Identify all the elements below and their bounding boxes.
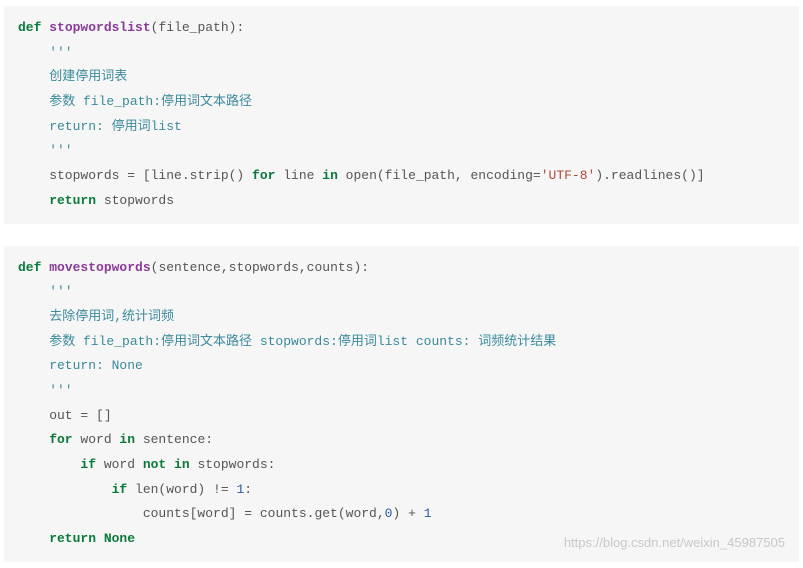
code-text: out = [] xyxy=(18,408,112,423)
code-text: counts[word] = counts.get(word, xyxy=(18,506,385,521)
code-text: stopwords: xyxy=(190,457,276,472)
keyword-if: if xyxy=(18,457,96,472)
code-text: word xyxy=(73,432,120,447)
code-text: : xyxy=(244,482,252,497)
number-literal: 1 xyxy=(424,506,432,521)
code-text: word xyxy=(96,457,143,472)
code-block-2: def movestopwords(sentence,stopwords,cou… xyxy=(4,246,799,562)
keyword-not-in: not in xyxy=(143,457,190,472)
number-literal: 0 xyxy=(385,506,393,521)
code-text: stopwords = [line.strip() xyxy=(18,168,252,183)
docstring: 去除停用词,统计词频 xyxy=(18,309,174,324)
code-text: open(file_path, encoding= xyxy=(338,168,541,183)
string-literal: 'UTF-8' xyxy=(541,168,596,183)
code-block-1: def stopwordslist(file_path): ''' 创建停用词表… xyxy=(4,6,799,224)
keyword-return: return xyxy=(18,193,96,208)
block-gap xyxy=(0,230,803,240)
keyword-return: return xyxy=(18,531,96,546)
code-text: ) + xyxy=(392,506,423,521)
code-text: (sentence,stopwords,counts): xyxy=(151,260,369,275)
docstring: return: 停用词list xyxy=(18,119,182,134)
docstring: 参数 file_path:停用词文本路径 xyxy=(18,94,252,109)
watermark-text: https://blog.csdn.net/weixin_45987505 xyxy=(564,531,785,556)
keyword-for: for xyxy=(252,168,275,183)
code-text: (file_path): xyxy=(151,20,245,35)
docstring: ''' xyxy=(18,45,73,60)
keyword-for: for xyxy=(18,432,73,447)
docstring: ''' xyxy=(18,284,73,299)
docstring: 创建停用词表 xyxy=(18,69,127,84)
keyword-none: None xyxy=(96,531,135,546)
function-name: movestopwords xyxy=(49,260,150,275)
keyword-if: if xyxy=(18,482,127,497)
docstring: 参数 file_path:停用词文本路径 stopwords:停用词list c… xyxy=(18,334,556,349)
docstring: ''' xyxy=(18,383,73,398)
docstring: return: None xyxy=(18,358,143,373)
code-text: ).readlines()] xyxy=(595,168,704,183)
keyword-in: in xyxy=(119,432,135,447)
keyword-def: def xyxy=(18,260,41,275)
code-text: sentence: xyxy=(135,432,213,447)
code-text: stopwords xyxy=(96,193,174,208)
code-text: line xyxy=(275,168,322,183)
code-text: len(word) != xyxy=(127,482,236,497)
function-name: stopwordslist xyxy=(49,20,150,35)
keyword-def: def xyxy=(18,20,41,35)
docstring: ''' xyxy=(18,143,73,158)
keyword-in: in xyxy=(322,168,338,183)
